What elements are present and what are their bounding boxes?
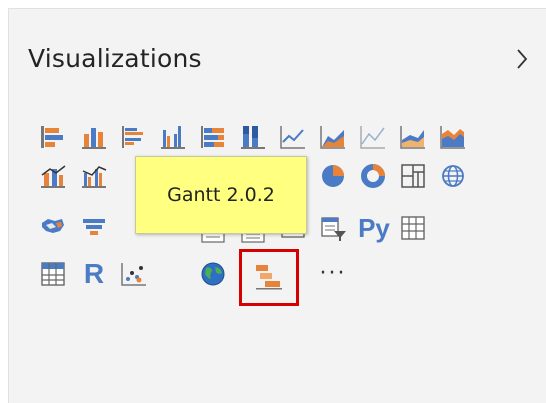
funnel-icon[interactable] xyxy=(79,213,109,243)
map-icon[interactable] xyxy=(438,161,468,191)
line-clustered-column-icon[interactable] xyxy=(79,161,109,191)
pane-title: Visualizations xyxy=(28,44,202,73)
clustered-bar-chart-icon[interactable] xyxy=(119,122,149,152)
100-stacked-bar-chart-icon[interactable] xyxy=(198,122,228,152)
expand-pane-button[interactable] xyxy=(512,46,532,72)
more-visuals-button[interactable]: ··· xyxy=(318,262,348,292)
python-visual-icon[interactable]: Py xyxy=(356,213,392,243)
clustered-column-chart-icon[interactable] xyxy=(158,122,188,152)
table-icon[interactable] xyxy=(398,213,428,243)
area-chart-icon[interactable] xyxy=(318,122,348,152)
tooltip-text: Gantt 2.0.2 xyxy=(167,184,275,206)
globe-map-icon[interactable] xyxy=(198,259,228,289)
gantt-selection-highlight xyxy=(239,249,299,306)
python-visual-label: Py xyxy=(358,213,390,243)
pie-chart-icon[interactable] xyxy=(318,161,348,191)
scatter-chart-icon[interactable] xyxy=(119,259,149,289)
stacked-area-chart-icon[interactable] xyxy=(438,122,468,152)
line-stacked-column-icon[interactable] xyxy=(38,161,68,191)
donut-chart-icon[interactable] xyxy=(358,161,388,191)
stacked-column-chart-icon[interactable] xyxy=(79,122,109,152)
r-visual-icon[interactable]: R xyxy=(79,259,109,289)
filled-map-icon[interactable] xyxy=(38,213,68,243)
slicer-icon[interactable] xyxy=(318,213,348,243)
stacked-bar-chart-icon[interactable] xyxy=(38,122,68,152)
r-visual-label: R xyxy=(83,258,105,289)
visual-tooltip: Gantt 2.0.2 xyxy=(135,156,307,234)
line-chart-icon[interactable] xyxy=(358,122,388,152)
treemap-icon[interactable] xyxy=(398,161,428,191)
chevron-right-icon xyxy=(517,49,528,69)
100-stacked-column-chart-icon[interactable] xyxy=(238,122,268,152)
area-chart-icon[interactable] xyxy=(398,122,428,152)
line-chart-icon[interactable] xyxy=(278,122,308,152)
matrix-icon[interactable] xyxy=(38,259,68,289)
more-visuals-label: ··· xyxy=(319,261,347,286)
